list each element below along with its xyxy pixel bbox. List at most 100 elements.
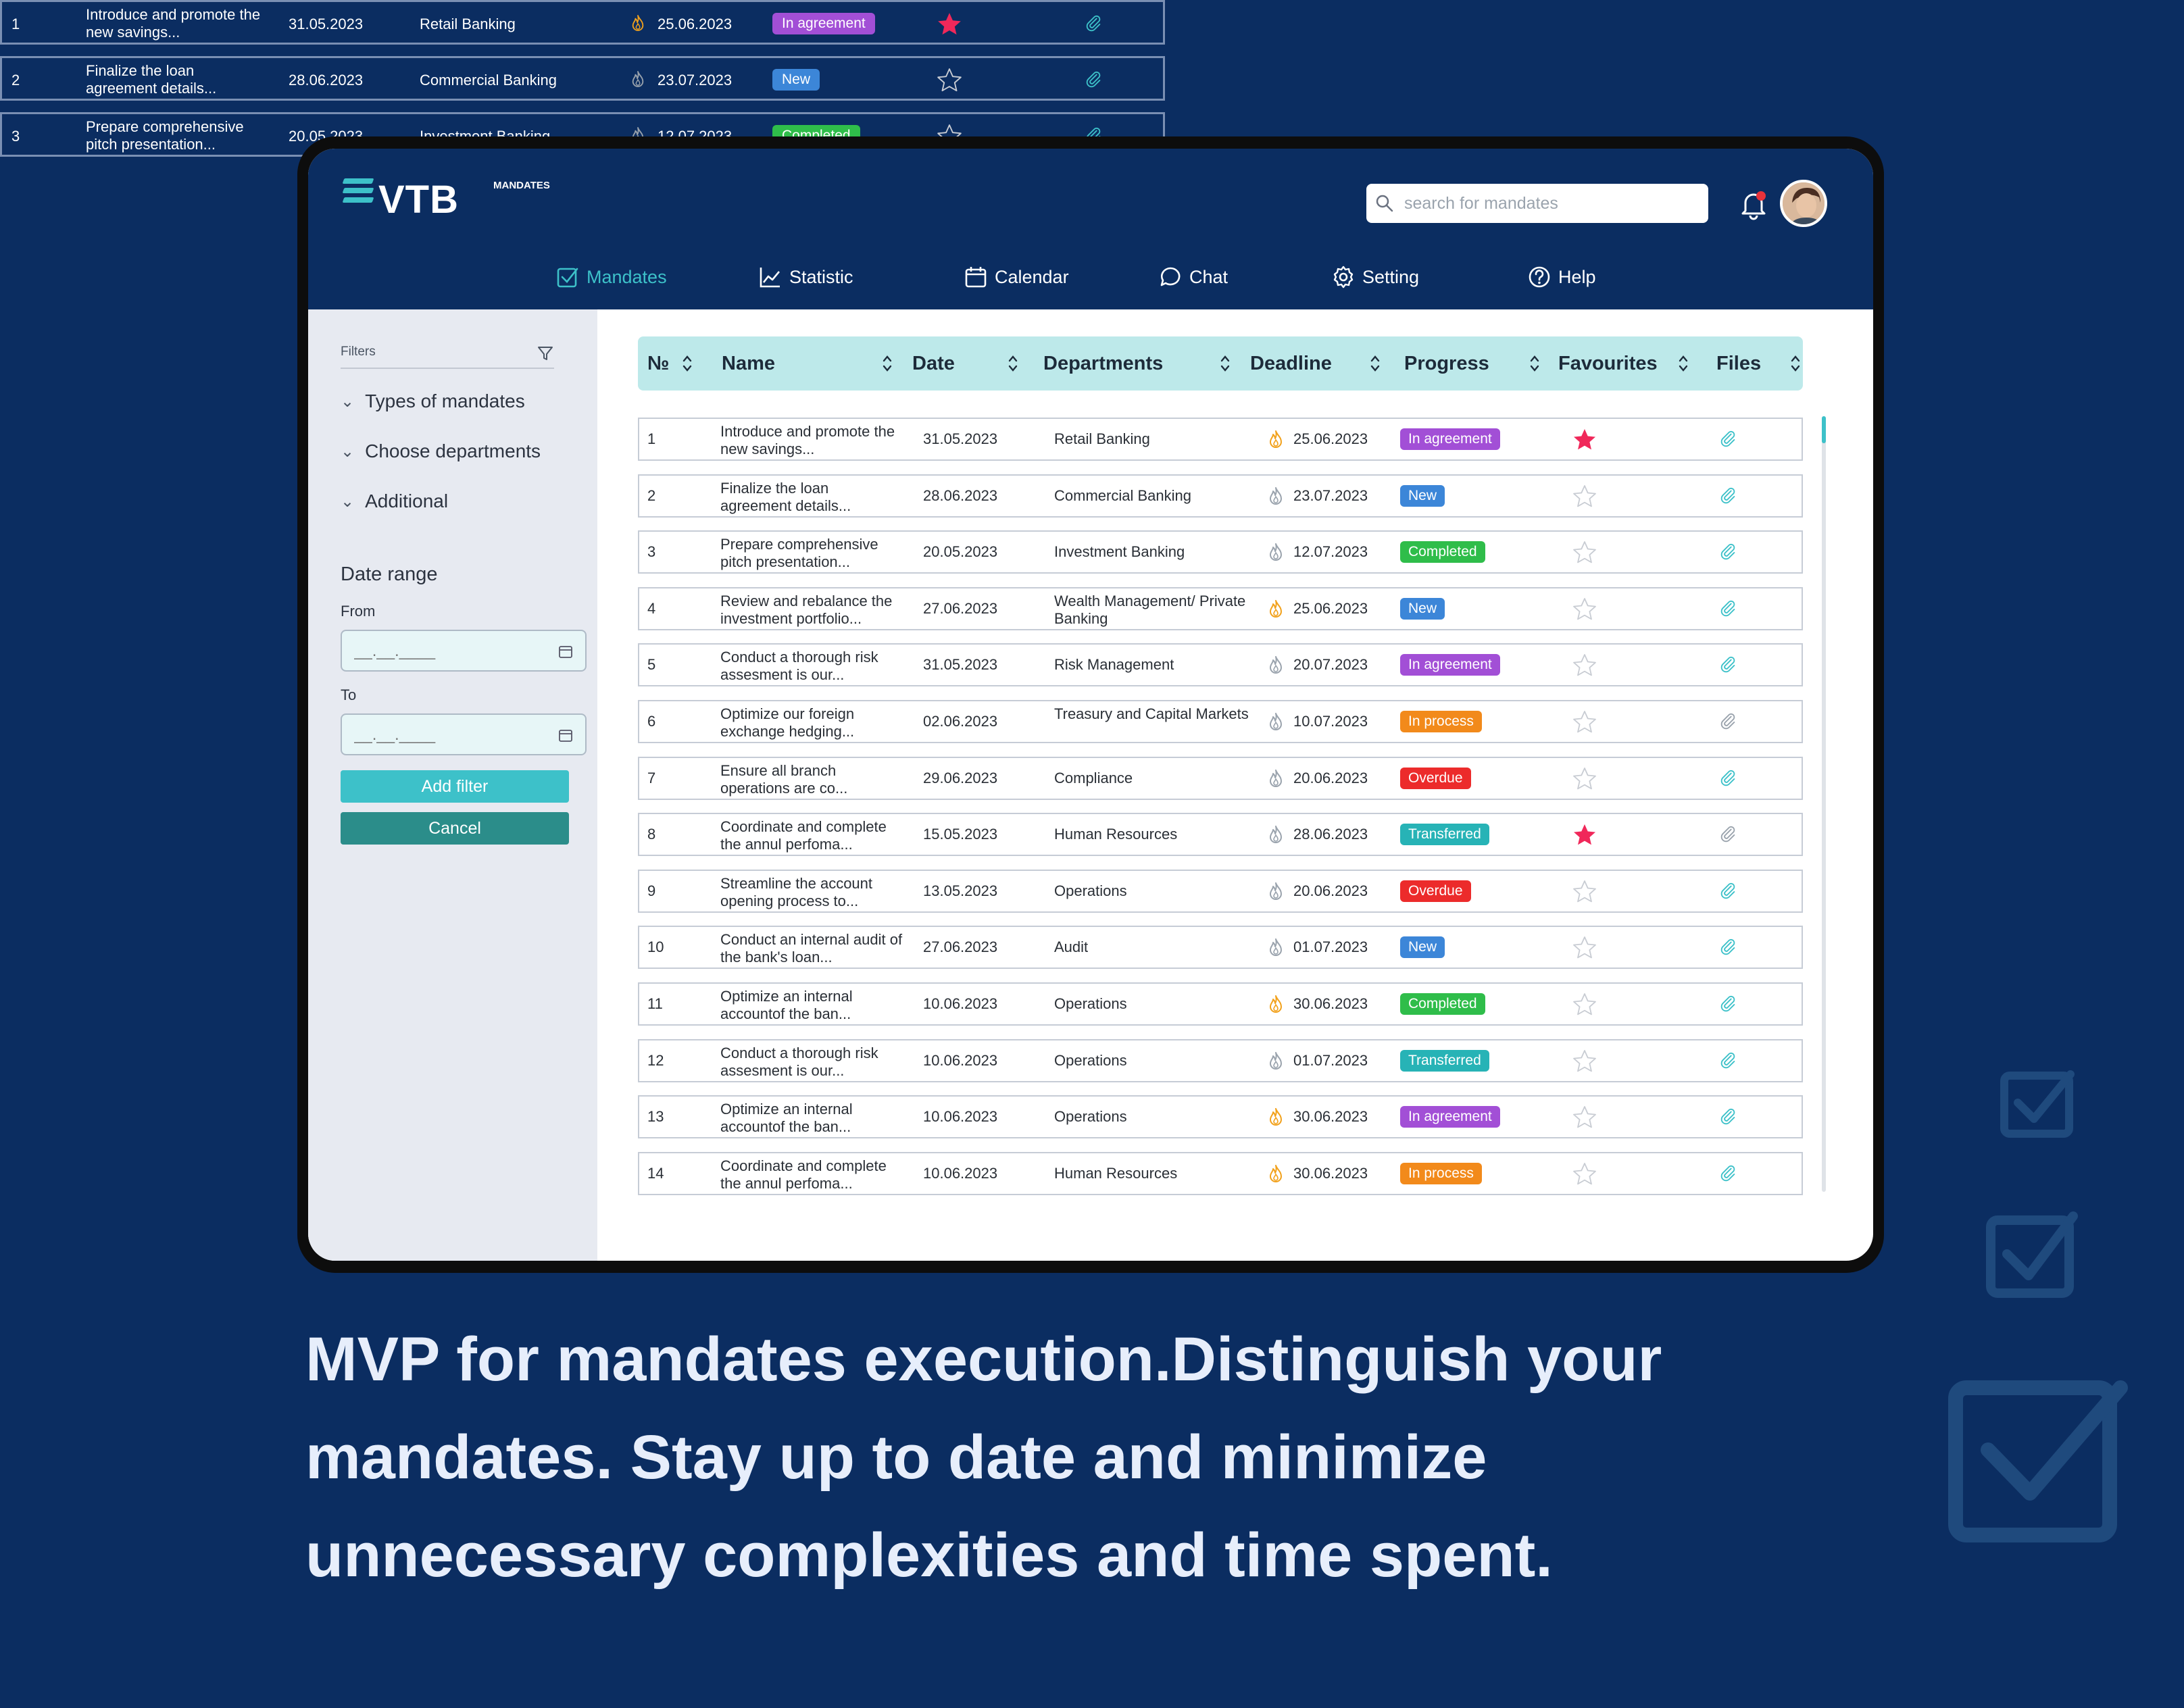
paperclip-icon[interactable] bbox=[1719, 938, 1738, 957]
mandate-name[interactable]: Coordinate and complete the annul perfom… bbox=[720, 818, 903, 853]
status-badge[interactable]: In process bbox=[1400, 711, 1482, 732]
from-date-input[interactable] bbox=[354, 639, 543, 663]
sort-arrows-icon[interactable] bbox=[1789, 353, 1802, 374]
star-outline-icon[interactable] bbox=[1572, 709, 1597, 735]
status-badge[interactable]: New bbox=[1400, 484, 1445, 507]
paperclip-icon[interactable] bbox=[1719, 486, 1738, 505]
paperclip-icon[interactable] bbox=[1719, 769, 1738, 788]
nav-help[interactable]: Help bbox=[1527, 257, 1596, 297]
table-row[interactable]: 6 Optimize our foreign exchange hedging..… bbox=[638, 700, 1803, 743]
nav-calendar[interactable]: Calendar bbox=[964, 257, 1069, 297]
status-badge[interactable]: Completed bbox=[1400, 541, 1485, 563]
star-outline-icon[interactable] bbox=[1572, 935, 1597, 961]
scrollbar-thumb[interactable] bbox=[1822, 416, 1826, 443]
paperclip-icon[interactable] bbox=[1719, 543, 1738, 561]
mandate-name[interactable]: Ensure all branch operations are co... bbox=[720, 762, 903, 797]
paperclip-icon[interactable] bbox=[1719, 655, 1738, 674]
paperclip-icon[interactable] bbox=[1719, 1051, 1738, 1070]
paperclip-icon[interactable] bbox=[1719, 712, 1738, 731]
mandate-name[interactable]: Optimize an internal accountof the ban..… bbox=[720, 1101, 903, 1136]
user-avatar[interactable] bbox=[1780, 180, 1827, 227]
sort-arrows-icon[interactable] bbox=[1677, 353, 1689, 374]
star-outline-icon[interactable] bbox=[1572, 879, 1597, 905]
mandate-name[interactable]: Introduce and promote the new savings... bbox=[720, 423, 903, 458]
star-outline-icon[interactable] bbox=[1572, 766, 1597, 792]
table-row[interactable]: 7 Ensure all branch operations are co... 2… bbox=[638, 756, 1803, 800]
table-scrollbar[interactable] bbox=[1822, 416, 1826, 1192]
column-header-number[interactable]: № bbox=[647, 336, 669, 391]
cancel-button[interactable]: Cancel bbox=[341, 812, 569, 845]
star-filled-icon[interactable] bbox=[1572, 822, 1597, 848]
status-badge[interactable]: Overdue bbox=[1400, 767, 1471, 789]
mandate-name[interactable]: Conduct a thorough risk assesment is our… bbox=[720, 1045, 903, 1080]
nav-setting[interactable]: Setting bbox=[1331, 257, 1419, 297]
accordion-additional[interactable]: ⌄ Additional bbox=[341, 488, 448, 515]
status-badge[interactable]: Completed bbox=[1400, 993, 1485, 1015]
star-outline-icon[interactable] bbox=[1572, 653, 1597, 678]
status-badge[interactable]: Overdue bbox=[1400, 880, 1471, 902]
table-row[interactable]: 13 Optimize an internal accountof the ban… bbox=[638, 1095, 1803, 1139]
accordion-choose-departments[interactable]: ⌄ Choose departments bbox=[341, 438, 541, 465]
star-filled-icon[interactable] bbox=[1572, 427, 1597, 453]
mandate-name[interactable]: Optimize an internal accountof the ban..… bbox=[720, 988, 903, 1023]
status-badge[interactable]: In agreement bbox=[1400, 428, 1500, 450]
paperclip-icon[interactable] bbox=[1719, 430, 1738, 449]
mandate-name[interactable]: Coordinate and complete the annul perfom… bbox=[720, 1157, 903, 1192]
mandate-name[interactable]: Optimize our foreign exchange hedging... bbox=[720, 705, 903, 740]
nav-mandates[interactable]: Mandates bbox=[555, 257, 667, 297]
column-header-progress[interactable]: Progress bbox=[1404, 336, 1489, 391]
calendar-icon[interactable] bbox=[558, 644, 573, 659]
table-row[interactable]: 12 Conduct a thorough risk assesment is o… bbox=[638, 1038, 1803, 1082]
accordion-types-of-mandates[interactable]: ⌄ Types of mandates bbox=[341, 388, 525, 415]
status-badge[interactable]: New bbox=[1400, 597, 1445, 620]
mandate-name[interactable]: Conduct a thorough risk assesment is our… bbox=[720, 649, 903, 684]
column-header-date[interactable]: Date bbox=[912, 336, 955, 391]
add-filter-button[interactable]: Add filter bbox=[341, 770, 569, 803]
status-badge[interactable]: In process bbox=[1400, 1162, 1482, 1184]
status-badge[interactable]: In agreement bbox=[1400, 1106, 1500, 1128]
sort-arrows-icon[interactable] bbox=[1219, 353, 1231, 374]
table-row[interactable]: 14 Coordinate and complete the annul perf… bbox=[638, 1151, 1803, 1195]
nav-statistic[interactable]: Statistic bbox=[758, 257, 853, 297]
paperclip-icon[interactable] bbox=[1719, 1107, 1738, 1126]
sort-arrows-icon[interactable] bbox=[681, 353, 693, 374]
paperclip-icon[interactable] bbox=[1719, 599, 1738, 618]
table-row[interactable]: 11 Optimize an internal accountof the ban… bbox=[638, 982, 1803, 1026]
star-outline-icon[interactable] bbox=[1572, 597, 1597, 622]
star-outline-icon[interactable] bbox=[1572, 484, 1597, 509]
table-row[interactable]: 2 Finalize the loan agreement details... 2… bbox=[638, 474, 1803, 518]
status-badge[interactable]: New bbox=[1400, 936, 1445, 959]
paperclip-icon[interactable] bbox=[1719, 825, 1738, 844]
sort-arrows-icon[interactable] bbox=[1007, 353, 1019, 374]
table-row[interactable]: 8 Coordinate and complete the annul perfo… bbox=[638, 813, 1803, 857]
table-row[interactable]: 5 Conduct a thorough risk assesment is ou… bbox=[638, 643, 1803, 687]
star-outline-icon[interactable] bbox=[1572, 1105, 1597, 1130]
mandate-name[interactable]: Conduct an internal audit of the bank's … bbox=[720, 931, 903, 966]
table-row[interactable]: 9 Streamline the account opening process … bbox=[638, 869, 1803, 913]
sort-arrows-icon[interactable] bbox=[881, 353, 893, 374]
to-date-input[interactable] bbox=[354, 723, 543, 747]
table-row[interactable]: 10 Conduct an internal audit of the bank'… bbox=[638, 926, 1803, 970]
calendar-icon[interactable] bbox=[558, 728, 573, 743]
mandate-name[interactable]: Prepare comprehensive pitch presentation… bbox=[720, 536, 903, 571]
table-row[interactable]: 3 Prepare comprehensive pitch presentatio… bbox=[638, 530, 1803, 574]
star-outline-icon[interactable] bbox=[1572, 1049, 1597, 1074]
filter-funnel-icon[interactable] bbox=[537, 345, 554, 362]
sort-arrows-icon[interactable] bbox=[1529, 353, 1541, 374]
column-header-files[interactable]: Files bbox=[1716, 336, 1761, 391]
star-outline-icon[interactable] bbox=[1572, 540, 1597, 566]
status-badge[interactable]: Transferred bbox=[1400, 824, 1489, 846]
column-header-departments[interactable]: Departments bbox=[1043, 336, 1163, 391]
sort-arrows-icon[interactable] bbox=[1369, 353, 1381, 374]
bell-icon[interactable] bbox=[1735, 186, 1772, 223]
table-row[interactable]: 4 Review and rebalance the investment por… bbox=[638, 586, 1803, 630]
table-row[interactable]: 1 Introduce and promote the new savings..… bbox=[638, 418, 1803, 461]
nav-chat[interactable]: Chat bbox=[1158, 257, 1228, 297]
mandate-name[interactable]: Streamline the account opening process t… bbox=[720, 875, 903, 910]
column-header-deadline[interactable]: Deadline bbox=[1250, 336, 1332, 391]
star-outline-icon[interactable] bbox=[1572, 992, 1597, 1018]
paperclip-icon[interactable] bbox=[1719, 995, 1738, 1013]
column-header-favourites[interactable]: Favourites bbox=[1558, 336, 1658, 391]
star-outline-icon[interactable] bbox=[1572, 1161, 1597, 1187]
column-header-name[interactable]: Name bbox=[722, 336, 775, 391]
